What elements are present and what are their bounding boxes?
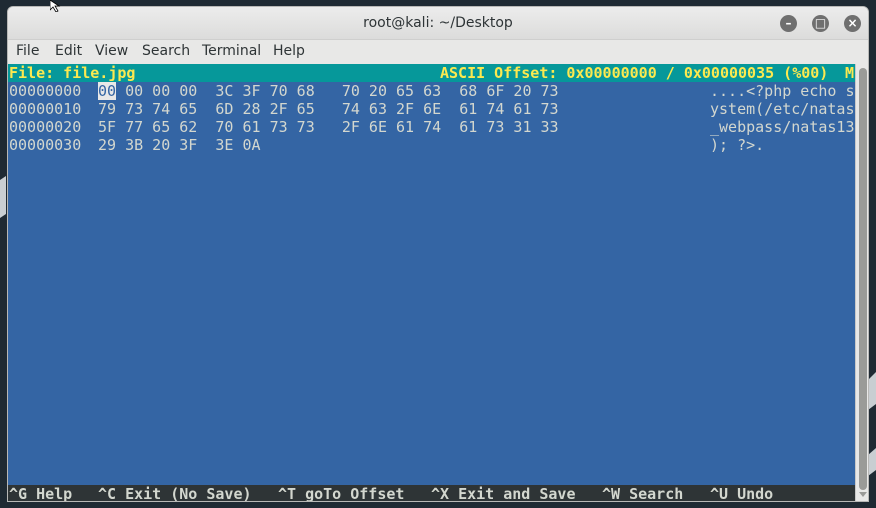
row-address: 00000010 [9,100,82,118]
title-bar[interactable]: root@kali: ~/Desktop – □ × [8,7,868,40]
shortcut-bar: ^G Help ^C Exit (No Save) ^T goTo Offset… [8,485,855,502]
minimize-icon: – [785,16,792,30]
scrollbar-thumb[interactable] [859,68,867,490]
shortcut-goto-offset: ^T goTo Offset [278,485,405,502]
terminal-window: root@kali: ~/Desktop – □ × File Edit Vie… [7,6,869,502]
row-ascii[interactable]: _webpass/natas13 [710,118,855,136]
terminal-area[interactable]: File: file.jpg ASCII Offset: 0x00000000 … [8,64,855,502]
menu-file[interactable]: File [15,43,40,59]
close-button[interactable]: × [844,15,861,32]
row-ascii[interactable]: ....<?php echo s [710,82,855,100]
hex-row: 00000010 79 73 74 65 6D 28 2F 65 74 63 2… [8,100,855,118]
shortcut-exit-and-save: ^X Exit and Save [431,485,576,502]
vertical-scrollbar[interactable] [855,64,868,501]
row-hex-bytes[interactable]: 5F 77 65 62 70 61 73 73 2F 6E 61 74 61 7… [98,118,559,136]
maximize-button[interactable]: □ [812,15,829,32]
row-hex-bytes[interactable]: 29 3B 20 3F 3E 0A [98,136,261,154]
menu-help[interactable]: Help [272,43,306,59]
hex-row: 00000000 00 00 00 00 3C 3F 70 68 70 20 6… [8,82,855,100]
status-modified-flag: M [845,64,855,82]
row-hex-bytes[interactable]: 79 73 74 65 6D 28 2F 65 74 63 2F 6E 61 7… [98,100,559,118]
menu-edit[interactable]: Edit [54,43,83,59]
row-ascii[interactable]: ); ?>. [710,136,764,154]
menu-search[interactable]: Search [141,43,191,59]
shortcut-undo: ^U Undo [710,485,774,502]
minimize-button[interactable]: – [780,15,797,32]
shortcut-exit-no-save: ^C Exit (No Save) [98,485,252,502]
row-hex-rest: 00 00 00 3C 3F 70 68 70 20 65 63 68 6F 2… [116,82,559,100]
menu-terminal[interactable]: Terminal [201,43,262,59]
status-offset: ASCII Offset: 0x00000000 / 0x00000035 (%… [440,64,829,82]
mouse-pointer-icon [50,0,61,12]
window-title: root@kali: ~/Desktop [363,15,513,31]
scroll-down-arrow-icon[interactable] [859,492,867,497]
shortcut-help: ^G Help [9,485,73,502]
row-address: 00000000 [9,82,82,100]
hex-row: 00000020 5F 77 65 62 70 61 73 73 2F 6E 6… [8,118,855,136]
close-icon: × [847,16,858,30]
menu-bar: File Edit View Search Terminal Help [8,40,868,64]
row-address: 00000030 [9,136,82,154]
row-hex-bytes[interactable]: 00 00 00 00 3C 3F 70 68 70 20 65 63 68 6… [98,82,559,100]
row-ascii[interactable]: ystem(/etc/natas [710,100,855,118]
status-file-name: File: file.jpg [9,64,136,82]
row-address: 00000020 [9,118,82,136]
shortcut-search: ^W Search [602,485,684,502]
hex-row: 00000030 29 3B 20 3F 3E 0A ); ?>. [8,136,764,154]
text-cursor: 00 [98,82,117,100]
status-line: File: file.jpg ASCII Offset: 0x00000000 … [8,64,855,82]
menu-view[interactable]: View [94,43,129,59]
maximize-icon: □ [814,16,827,30]
